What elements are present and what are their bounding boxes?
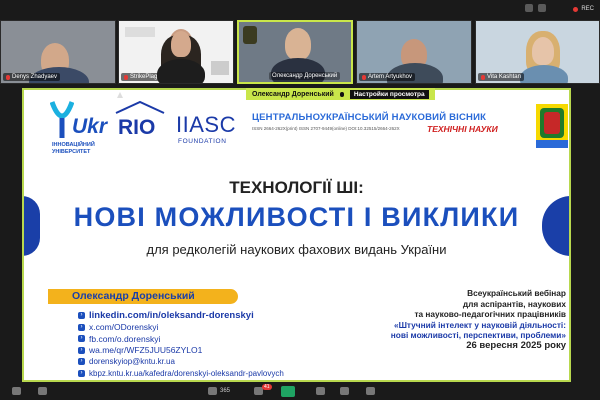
chevron-right-icon: › — [78, 369, 85, 377]
record-icon — [316, 387, 325, 395]
share-screen-icon[interactable] — [281, 386, 295, 397]
mouse-cursor-icon — [117, 92, 123, 98]
participant-name: Vita Kashtan — [478, 73, 524, 81]
top-bar: REC — [0, 0, 600, 18]
more-button[interactable] — [366, 387, 375, 395]
slide-title-line1: ТЕХНОЛОГІЇ ШІ: — [229, 178, 364, 197]
top-icons — [525, 4, 546, 12]
ukr-logo-text: Ukr — [72, 115, 108, 138]
rio-roof-icon — [115, 100, 165, 114]
video-button[interactable] — [38, 387, 47, 395]
grid-view-icon[interactable] — [525, 4, 533, 12]
shared-screen-slide: Ukr ІННОВАЦІЙНИЙ УНІВЕРСИТЕТ RIO IIASC F… — [22, 88, 571, 382]
participant-tile-active-speaker[interactable]: Олександр Доренський — [237, 20, 353, 84]
more-icon — [366, 387, 375, 395]
fullscreen-icon[interactable] — [538, 4, 546, 12]
ukr-logo-subtitle: ІННОВАЦІЙНИЙ УНІВЕРСИТЕТ — [52, 142, 95, 155]
iiasc-logo-subtitle: FOUNDATION — [178, 138, 227, 145]
participant-face — [532, 37, 554, 65]
chevron-right-icon: › — [78, 358, 85, 366]
emblem-graphic — [243, 26, 257, 44]
iiasc-logo-text: IIASC — [176, 112, 236, 137]
chevron-right-icon: › — [78, 335, 85, 343]
record-dot-icon — [573, 6, 579, 12]
mic-button[interactable] — [12, 387, 21, 395]
chat-button[interactable]: 41 — [254, 384, 272, 395]
slide-title-line3: для редколегій наукових фахових видань У… — [146, 242, 447, 257]
participant-tile[interactable]: Vita Kashtan — [475, 20, 600, 84]
list-item: › linkedin.com/in/oleksandr-dorenskyi — [78, 310, 284, 322]
recording-indicator: REC — [573, 6, 594, 12]
camera-icon — [38, 387, 47, 395]
rec-label: REC — [581, 6, 594, 12]
participants-button[interactable]: 365 — [208, 387, 230, 395]
list-item: › dorenskyiop@kntu.kr.ua — [78, 356, 284, 368]
mic-icon — [12, 387, 21, 395]
event-info: Всеукраїнський вебінар для аспірантів, н… — [390, 288, 566, 351]
participant-name: Олександр Доренський — [269, 72, 341, 80]
participant-tile[interactable]: Artem Artyukhov — [356, 20, 472, 84]
record-button[interactable] — [316, 387, 325, 395]
journal-issn: ISSN 2664-262X(print) ISSN 2707-9449(onl… — [252, 126, 400, 131]
view-options-button[interactable]: Настройки просмотра — [349, 89, 429, 99]
muted-mic-icon — [124, 74, 128, 80]
poster-graphic — [125, 27, 155, 37]
participant-face — [285, 28, 311, 60]
journal-subtitle: ТЕХНІЧНІ НАУКИ — [427, 124, 498, 134]
muted-mic-icon — [481, 74, 485, 80]
logo-row: Ukr ІННОВАЦІЙНИЙ УНІВЕРСИТЕТ RIO IIASC F… — [50, 100, 570, 160]
reactions-button[interactable] — [340, 387, 349, 395]
list-item: › x.com/ODorenskyi — [78, 322, 284, 334]
muted-mic-icon — [6, 74, 10, 80]
chevron-right-icon: › — [78, 346, 85, 354]
qr-graphic — [211, 61, 229, 75]
chevron-right-icon: › — [78, 312, 85, 320]
smile-icon — [340, 387, 349, 395]
participant-gallery: Denys Zhadyaev StrikePlagiarism.com Олек… — [0, 20, 600, 84]
participant-name: Denys Zhadyaev — [3, 73, 61, 81]
presenter-name: Олександр Доренський — [252, 90, 334, 98]
muted-mic-icon — [362, 74, 366, 80]
list-item: › kbpz.kntu.kr.ua/kafedra/dorenskyi-oleks… — [78, 368, 284, 380]
participant-tile[interactable]: Denys Zhadyaev — [0, 20, 116, 84]
people-icon — [208, 387, 217, 395]
slide-title-line2: НОВІ МОЖЛИВОСТІ І ВИКЛИКИ — [73, 202, 520, 232]
journal-title: ЦЕНТРАЛЬНОУКРАЇНСЬКИЙ НАУКОВИЙ ВІСНИК — [252, 112, 487, 123]
list-item: › fb.com/o.dorenskyi — [78, 333, 284, 345]
chat-badge: 41 — [262, 384, 272, 390]
participant-tile[interactable]: StrikePlagiarism.com — [118, 20, 234, 84]
list-item: › wa.me/qr/WFZ5JUU56ZYLO1 — [78, 345, 284, 357]
contact-links: › linkedin.com/in/oleksandr-dorenskyi › x.… — [78, 310, 284, 379]
screen-share-bar[interactable]: Олександр Доренський Настройки просмотра — [246, 88, 435, 100]
ukr-logo-icon — [50, 101, 74, 138]
participant-body — [520, 65, 568, 83]
speaker-name: Олександр Доренський — [72, 290, 195, 302]
chevron-right-icon: › — [78, 323, 85, 331]
mic-icon — [339, 91, 344, 97]
participants-count: 365 — [220, 388, 231, 394]
participant-body — [271, 58, 325, 82]
participant-name: Artem Artyukhov — [359, 73, 416, 81]
rio-logo-text: RIO — [118, 116, 156, 139]
bottom-toolbar: 365 41 — [0, 384, 600, 400]
zoom-window: REC Denys Zhadyaev StrikePlagiarism.com — [0, 0, 600, 400]
university-crest-icon — [536, 104, 568, 148]
participant-face-front — [171, 31, 191, 57]
participant-body — [157, 59, 205, 83]
